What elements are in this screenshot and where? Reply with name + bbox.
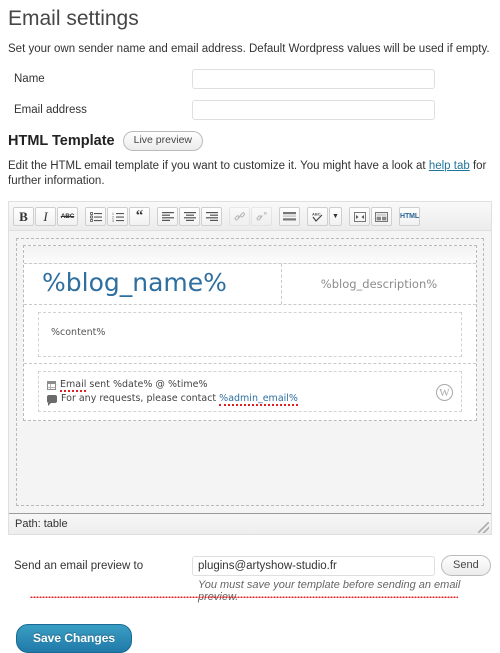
sender-email-label: Email address: [14, 104, 87, 116]
template-content-box: %content%: [38, 312, 462, 357]
insert-link-icon[interactable]: [229, 207, 250, 226]
html-mode-label: HTML: [399, 213, 420, 220]
editor-status-bar: Path: table: [9, 513, 491, 534]
bold-icon[interactable]: B: [13, 207, 34, 226]
sender-name-label: Name: [14, 73, 45, 85]
align-center-icon[interactable]: [179, 207, 200, 226]
description-text-before: Edit the HTML email template if you want…: [8, 160, 429, 172]
template-table: %blog_name% %blog_description% %content%: [23, 245, 477, 598]
blockquote-icon[interactable]: “: [129, 207, 150, 226]
editor-toolbar: B I ABC 1 2 3 “ ABC ▼ HTML: [9, 202, 491, 231]
spellcheck-dropdown-chevron-down-icon[interactable]: ▼: [329, 207, 342, 226]
footer-contact-line: For any requests, please contact %admin_…: [47, 392, 298, 406]
insert-more-tag-icon[interactable]: [279, 207, 300, 226]
template-blog-name-cell: %blog_name%: [24, 264, 458, 598]
sender-email-input[interactable]: [192, 100, 435, 120]
live-preview-button[interactable]: Live preview: [122, 131, 203, 151]
italic-icon[interactable]: I: [35, 207, 56, 226]
editor-resize-handle[interactable]: [478, 522, 489, 533]
sender-name-row: Name: [8, 69, 492, 89]
send-preview-button[interactable]: Send: [441, 555, 491, 576]
ordered-list-icon[interactable]: 1 2 3: [107, 207, 128, 226]
svg-text:3: 3: [112, 219, 114, 222]
unordered-list-icon[interactable]: [85, 207, 106, 226]
html-template-description: Edit the HTML email template if you want…: [8, 159, 492, 189]
admin-email-link[interactable]: %admin_email%: [219, 393, 298, 406]
html-mode-button[interactable]: HTML: [399, 207, 420, 226]
email-preview-row: Send an email preview to Send: [8, 555, 492, 576]
wordpress-logo-icon: W: [436, 384, 453, 401]
fullscreen-icon[interactable]: [349, 207, 370, 226]
sender-name-input[interactable]: [192, 69, 435, 89]
editor-path-text: Path: table: [15, 518, 68, 530]
template-spacer-row: [24, 246, 476, 264]
help-tab-link[interactable]: help tab: [429, 160, 470, 172]
footer-email-word: Email: [60, 379, 87, 392]
unlink-icon[interactable]: [251, 207, 272, 226]
html-template-header: HTML Template Live preview: [8, 131, 492, 151]
footer-text-lines: Email sent %date% @ %time% For any reque…: [47, 378, 298, 406]
content-placeholder: %content%: [51, 327, 106, 338]
footer-date-line: Email sent %date% @ %time%: [47, 378, 298, 392]
spellcheck-icon[interactable]: ABC: [307, 207, 328, 226]
speech-bubble-icon: [47, 395, 57, 406]
footer-contact-prefix: For any requests, please contact: [61, 393, 220, 404]
sender-email-row: Email address: [8, 100, 492, 120]
page-title: Email settings: [8, 7, 139, 30]
template-outer-table: %blog_name% %blog_description% %content%: [16, 238, 484, 598]
strikethrough-icon[interactable]: ABC: [57, 207, 78, 226]
blog-description-placeholder: %blog_description%: [320, 277, 438, 291]
svg-text:ABC: ABC: [312, 211, 321, 216]
kitchen-sink-icon[interactable]: [371, 207, 392, 226]
page-description: Set your own sender name and email addre…: [8, 43, 490, 55]
html-editor: B I ABC 1 2 3 “ ABC ▼ HTML %blog_name% %…: [8, 201, 492, 598]
email-preview-label: Send an email preview to: [14, 559, 144, 572]
editor-content-area[interactable]: %blog_name% %blog_description% %content%: [9, 231, 491, 598]
blog-name-placeholder: %blog_name%: [42, 268, 227, 297]
html-template-title: HTML Template: [8, 133, 115, 149]
align-right-icon[interactable]: [201, 207, 222, 226]
preview-note: You must save your template before sendi…: [198, 579, 461, 603]
settings-page: Email settings Set your own sender name …: [0, 0, 500, 653]
save-changes-button[interactable]: Save Changes: [16, 624, 133, 653]
template-blog-description-cell: %blog_description%: [282, 264, 476, 304]
template-header-row: %blog_name% %blog_description%: [24, 264, 476, 598]
template-content-row: %content%: [24, 305, 476, 364]
calendar-icon: [47, 380, 56, 390]
template-footer-box: Email sent %date% @ %time% For any reque…: [38, 371, 462, 412]
preview-email-input[interactable]: [192, 555, 435, 576]
align-left-icon[interactable]: [157, 207, 178, 226]
template-footer-row: Email sent %date% @ %time% For any reque…: [24, 364, 476, 420]
footer-date-rest: sent %date% @ %time%: [86, 379, 208, 390]
